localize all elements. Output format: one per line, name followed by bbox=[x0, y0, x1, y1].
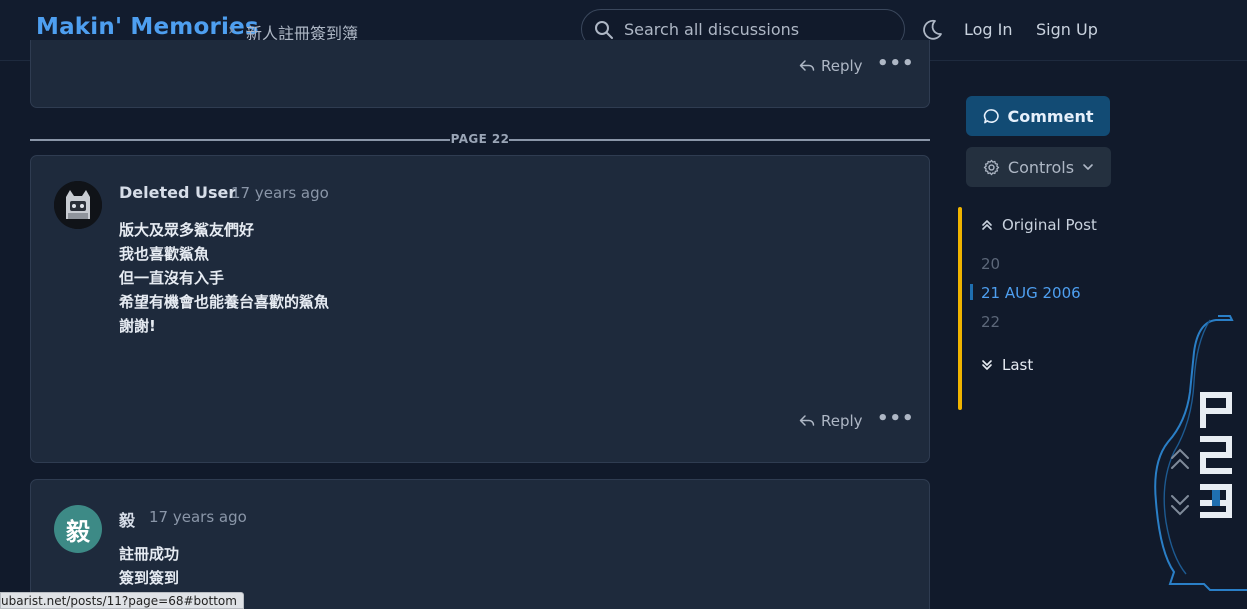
speech-bubble-icon bbox=[983, 108, 999, 123]
double-chevron-up-icon bbox=[982, 220, 992, 230]
scrubber-scrollbar[interactable] bbox=[958, 207, 962, 410]
post-line: 謝謝! bbox=[119, 317, 156, 335]
reply-icon bbox=[799, 415, 815, 426]
status-bar-url: ubarist.net/posts/11?page=68#bottom bbox=[0, 592, 244, 609]
sign-up-link[interactable]: Sign Up bbox=[1036, 20, 1098, 39]
gear-icon bbox=[983, 159, 1000, 175]
post-time[interactable]: 17 years ago bbox=[149, 508, 247, 526]
reply-button[interactable]: Reply bbox=[799, 57, 863, 75]
double-chevron-down-icon bbox=[982, 360, 992, 370]
log-in-link[interactable]: Log In bbox=[964, 20, 1013, 39]
page-label: PAGE 22 bbox=[450, 132, 510, 146]
comment-button[interactable]: Comment bbox=[966, 96, 1110, 136]
avatar[interactable] bbox=[54, 181, 102, 229]
last-label: Last bbox=[1002, 356, 1034, 374]
controls-label: Controls bbox=[1007, 157, 1075, 177]
original-post-label: Original Post bbox=[1002, 216, 1097, 234]
post-card: Deleted User 17 years ago 版大及眾多鯊友們好 我也喜歡… bbox=[30, 155, 930, 463]
page-divider: PAGE 22 bbox=[30, 131, 930, 149]
post-body: 版大及眾多鯊友們好 我也喜歡鯊魚 但一直沒有入手 希望有機會也能養台喜歡的鯊魚 … bbox=[119, 218, 329, 338]
post-username[interactable]: Deleted User bbox=[119, 183, 236, 202]
post-time[interactable]: 17 years ago bbox=[231, 184, 329, 202]
post-line: 但一直沒有入手 bbox=[119, 269, 225, 287]
reply-button[interactable]: Reply bbox=[799, 412, 863, 430]
previous-post-card: Reply ••• bbox=[30, 40, 930, 108]
post-username[interactable]: 毅 bbox=[119, 507, 135, 531]
post-line: 版大及眾多鯊友們好 bbox=[119, 221, 255, 239]
scrubber-position-marker bbox=[970, 284, 973, 300]
scrubber-original-post[interactable]: Original Post bbox=[980, 216, 1097, 234]
scrubber-next-page[interactable]: 22 bbox=[981, 313, 1000, 331]
post-line: 簽到簽到 bbox=[119, 569, 180, 587]
reply-label: Reply bbox=[821, 57, 863, 75]
post-body: 註冊成功 簽到簽到 bbox=[119, 542, 179, 590]
scrubber-last[interactable]: Last bbox=[980, 356, 1033, 374]
ghost-avatar-icon bbox=[54, 181, 102, 229]
comment-label: Comment bbox=[1007, 106, 1094, 126]
p25-logo-graphic bbox=[1154, 315, 1247, 591]
more-options-button[interactable]: ••• bbox=[877, 53, 915, 74]
scrubber-prev-page[interactable]: 20 bbox=[981, 255, 1000, 273]
avatar-letter: 毅 bbox=[66, 517, 90, 546]
moon-icon[interactable] bbox=[920, 18, 944, 42]
post-line: 註冊成功 bbox=[119, 545, 180, 563]
search-icon bbox=[595, 21, 613, 39]
more-options-button[interactable]: ••• bbox=[877, 408, 915, 429]
reply-label: Reply bbox=[821, 412, 863, 430]
scrubber-current-date: 21 AUG 2006 bbox=[981, 284, 1081, 302]
reply-icon bbox=[799, 60, 815, 71]
post-line: 我也喜歡鯊魚 bbox=[119, 245, 210, 263]
chevron-down-icon bbox=[1083, 164, 1093, 170]
post-card: 毅 毅 17 years ago 註冊成功 簽到簽到 bbox=[30, 479, 930, 609]
site-brand[interactable]: Makin' Memories bbox=[36, 14, 259, 40]
breadcrumb-separator: › bbox=[228, 20, 235, 39]
post-line: 希望有機會也能養台喜歡的鯊魚 bbox=[119, 293, 330, 311]
avatar[interactable]: 毅 bbox=[54, 505, 102, 553]
controls-dropdown-button[interactable]: Controls bbox=[966, 147, 1111, 187]
